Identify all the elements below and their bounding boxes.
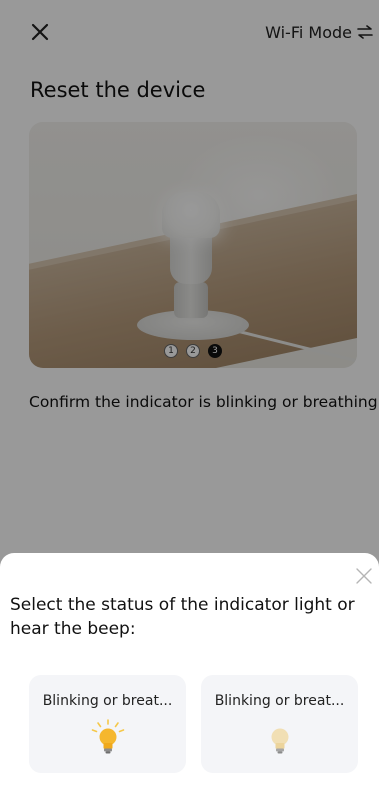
sheet-close-button[interactable]: [355, 567, 373, 585]
close-icon: [356, 568, 372, 584]
option-label: Blinking or breat...: [214, 693, 345, 709]
bulb-breathing-icon: [271, 728, 288, 754]
option-blinking[interactable]: Blinking or breat...: [29, 675, 186, 773]
option-breathing[interactable]: Blinking or breat...: [201, 675, 358, 773]
sheet-title: Select the status of the indicator light…: [10, 595, 355, 639]
indicator-status-sheet: Select the status of the indicator light…: [0, 553, 379, 806]
option-label: Blinking or breat...: [42, 693, 173, 709]
bulb-blinking-icon: [91, 719, 124, 754]
